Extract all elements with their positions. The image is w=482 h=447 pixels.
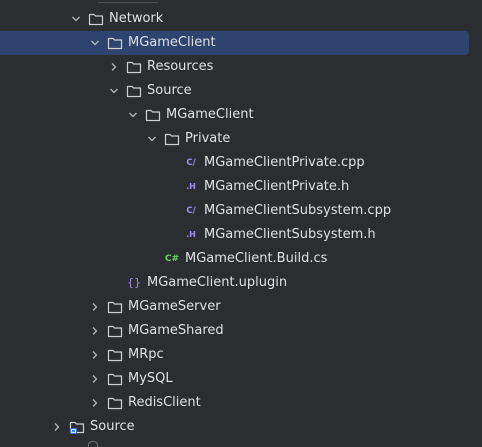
folder-icon (164, 131, 180, 147)
folder-icon (145, 107, 161, 123)
tree-item-label: MGameShared (128, 323, 224, 338)
chevron-right-icon[interactable] (87, 347, 103, 363)
folder-icon (88, 11, 104, 27)
folder-icon (107, 395, 123, 411)
folder-icon (107, 347, 123, 363)
tree-item-mgameclient-selected[interactable]: MGameClient (0, 31, 469, 55)
chevron-down-icon[interactable] (106, 83, 122, 99)
tree-item-source-root[interactable]: Source (0, 415, 482, 439)
cpp-file-icon: C/ (186, 206, 196, 216)
chevron-down-icon[interactable] (87, 35, 103, 51)
previous-row-fragment (98, 0, 158, 3)
tree-item-label: MGameClient.uplugin (147, 275, 288, 290)
tree-item-label: Resources (147, 59, 214, 74)
tree-item-file-build-cs[interactable]: C# MGameClient.Build.cs (0, 247, 482, 271)
chevron-right-icon[interactable] (87, 395, 103, 411)
tree-item-file-subsystem-h[interactable]: .H MGameClientSubsystem.h (0, 223, 482, 247)
folder-icon (107, 323, 123, 339)
cpp-file-icon: C/ (186, 158, 196, 168)
csharp-file-icon: C# (164, 254, 180, 264)
tree-item-label: MGameClientPrivate.cpp (204, 155, 365, 170)
tree-item-resources[interactable]: Resources (0, 55, 482, 79)
tree-item-label: MGameServer (128, 299, 221, 314)
tree-item-network[interactable]: Network (0, 7, 482, 31)
tree-item-label: Private (185, 131, 231, 146)
chevron-down-icon[interactable] (68, 11, 84, 27)
json-file-icon: {} (127, 276, 141, 289)
tree-item-mgameclient-source[interactable]: MGameClient (0, 103, 482, 127)
folder-icon (126, 83, 142, 99)
tree-item-label: MySQL (128, 371, 173, 386)
tree-item-label: Network (109, 11, 164, 26)
chevron-down-icon[interactable] (125, 107, 141, 123)
cut-off-next-row (88, 441, 98, 447)
tree-item-mysql[interactable]: MySQL (0, 367, 482, 391)
tree-item-label: MGameClientSubsystem.cpp (204, 203, 392, 218)
tree-item-label: MRpc (128, 347, 164, 362)
header-file-icon: .H (186, 182, 196, 191)
tree-item-file-subsystem-cpp[interactable]: C/ MGameClientSubsystem.cpp (0, 199, 482, 223)
module-folder-icon (69, 419, 85, 435)
tree-item-redisclient[interactable]: RedisClient (0, 391, 482, 415)
tree-item-mgameserver[interactable]: MGameServer (0, 295, 482, 319)
chevron-right-icon[interactable] (87, 371, 103, 387)
tree-item-label: MGameClient (128, 35, 216, 50)
tree-item-label: MGameClient.Build.cs (185, 251, 328, 266)
chevron-right-icon[interactable] (49, 419, 65, 435)
folder-icon (126, 59, 142, 75)
tree-item-label: Source (147, 83, 192, 98)
header-file-icon: .H (186, 230, 196, 239)
tree-item-source[interactable]: Source (0, 79, 482, 103)
tree-item-file-private-cpp[interactable]: C/ MGameClientPrivate.cpp (0, 151, 482, 175)
tree-item-label: MGameClientPrivate.h (204, 179, 350, 194)
tree-item-private[interactable]: Private (0, 127, 482, 151)
tree-item-label: Source (90, 419, 135, 434)
folder-icon (107, 371, 123, 387)
tree-item-label: MGameClientSubsystem.h (204, 227, 376, 242)
chevron-down-icon[interactable] (144, 131, 160, 147)
tree-item-mrpc[interactable]: MRpc (0, 343, 482, 367)
tree-item-file-uplugin[interactable]: {} MGameClient.uplugin (0, 271, 482, 295)
folder-icon (107, 35, 123, 51)
tree-item-file-private-h[interactable]: .H MGameClientPrivate.h (0, 175, 482, 199)
folder-icon (107, 299, 123, 315)
chevron-right-icon[interactable] (87, 323, 103, 339)
tree-item-label: RedisClient (128, 395, 201, 410)
tree-item-label: MGameClient (166, 107, 254, 122)
chevron-right-icon[interactable] (106, 59, 122, 75)
project-tree: Network MGameClient Resources Source MGa… (0, 0, 482, 447)
chevron-right-icon[interactable] (87, 299, 103, 315)
tree-item-mgameshared[interactable]: MGameShared (0, 319, 482, 343)
